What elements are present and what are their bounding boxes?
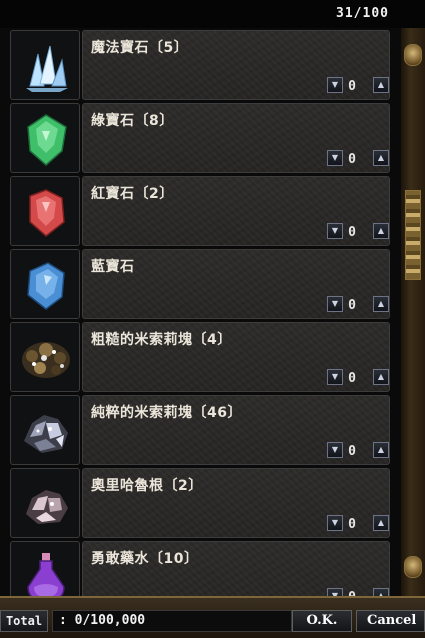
decrease-quantity-button[interactable]: ▼	[327, 369, 343, 385]
list-item: 純粹的米索莉塊〔46〕 ▼ 0 ▲	[10, 395, 392, 465]
item-panel: 藍寶石 ▼ 0 ▲	[82, 249, 390, 319]
ok-button[interactable]: O.K.	[292, 610, 352, 632]
increase-quantity-button[interactable]: ▲	[373, 588, 389, 596]
sapphire-icon	[27, 262, 65, 310]
increase-quantity-button[interactable]: ▲	[373, 150, 389, 166]
item-slot[interactable]	[10, 541, 80, 596]
item-panel: 奧里哈魯根〔2〕 ▼ 0 ▲	[82, 468, 390, 538]
item-name: 奧里哈魯根〔2〕	[91, 478, 203, 494]
item-quantity[interactable]: 0	[345, 225, 359, 240]
item-slot[interactable]	[10, 395, 80, 465]
list-item: 勇敢藥水〔10〕 ▼ 0 ▲	[10, 541, 392, 596]
total-label: Total	[0, 610, 48, 632]
rough-mithril-ore-icon	[22, 342, 70, 378]
item-slot[interactable]	[10, 322, 80, 392]
list-item: 魔法寶石〔5〕 ▼ 0 ▲	[10, 30, 392, 100]
decrease-quantity-button[interactable]: ▼	[327, 515, 343, 531]
item-name: 綠寶石〔8〕	[91, 113, 174, 129]
emerald-icon	[27, 114, 67, 166]
item-quantity[interactable]: 0	[345, 371, 359, 386]
cancel-button[interactable]: Cancel	[356, 610, 425, 632]
list-item: 綠寶石〔8〕 ▼ 0 ▲	[10, 103, 392, 173]
item-quantity[interactable]: 0	[345, 444, 359, 459]
oriharukon-ore-icon	[26, 490, 68, 524]
item-quantity[interactable]: 0	[345, 152, 359, 167]
decrease-quantity-button[interactable]: ▼	[327, 77, 343, 93]
increase-quantity-button[interactable]: ▲	[373, 77, 389, 93]
decrease-quantity-button[interactable]: ▼	[327, 588, 343, 596]
decrease-quantity-button[interactable]: ▼	[327, 442, 343, 458]
scroll-down-button[interactable]	[404, 556, 422, 578]
item-name: 純粹的米索莉塊〔46〕	[91, 405, 242, 421]
item-panel: 魔法寶石〔5〕 ▼ 0 ▲	[82, 30, 390, 100]
item-name: 藍寶石	[91, 259, 135, 275]
item-slot[interactable]	[10, 30, 80, 100]
scrollbar-thumb[interactable]	[405, 190, 421, 280]
magic-crystal-icon	[26, 45, 68, 92]
item-slot[interactable]	[10, 176, 80, 246]
scrollbar-track[interactable]	[401, 28, 425, 596]
item-panel: 勇敢藥水〔10〕 ▼ 0 ▲	[82, 541, 390, 596]
item-slot[interactable]	[10, 468, 80, 538]
window-header: 31/100	[0, 0, 425, 28]
increase-quantity-button[interactable]: ▲	[373, 296, 389, 312]
item-panel: 粗糙的米索莉塊〔4〕 ▼ 0 ▲	[82, 322, 390, 392]
footer-bar: Total : 0/100,000 O.K. Cancel	[0, 596, 425, 638]
item-panel: 純粹的米索莉塊〔46〕 ▼ 0 ▲	[82, 395, 390, 465]
item-quantity[interactable]: 0	[345, 517, 359, 532]
item-name: 紅寶石〔2〕	[91, 186, 174, 202]
scroll-up-button[interactable]	[404, 44, 422, 66]
pure-mithril-ore-icon	[24, 415, 68, 453]
increase-quantity-button[interactable]: ▲	[373, 223, 389, 239]
item-name: 粗糙的米索莉塊〔4〕	[91, 332, 232, 348]
potion-of-bravery-icon	[27, 553, 65, 596]
increase-quantity-button[interactable]: ▲	[373, 369, 389, 385]
inventory-capacity: 31/100	[336, 6, 389, 21]
decrease-quantity-button[interactable]: ▼	[327, 296, 343, 312]
item-slot[interactable]	[10, 103, 80, 173]
decrease-quantity-button[interactable]: ▼	[327, 223, 343, 239]
list-item: 藍寶石 ▼ 0 ▲	[10, 249, 392, 319]
item-name: 魔法寶石〔5〕	[91, 40, 189, 56]
item-name: 勇敢藥水〔10〕	[91, 551, 199, 567]
item-panel: 綠寶石〔8〕 ▼ 0 ▲	[82, 103, 390, 173]
total-value: : 0/100,000	[52, 610, 292, 632]
increase-quantity-button[interactable]: ▲	[373, 515, 389, 531]
item-quantity[interactable]: 0	[345, 79, 359, 94]
list-item: 奧里哈魯根〔2〕 ▼ 0 ▲	[10, 468, 392, 538]
decrease-quantity-button[interactable]: ▼	[327, 150, 343, 166]
ruby-icon	[29, 189, 65, 237]
item-quantity[interactable]: 0	[345, 298, 359, 313]
increase-quantity-button[interactable]: ▲	[373, 442, 389, 458]
list-item: 粗糙的米索莉塊〔4〕 ▼ 0 ▲	[10, 322, 392, 392]
item-list: 魔法寶石〔5〕 ▼ 0 ▲ 綠寶石〔8〕 ▼ 0 ▲ 紅寶石〔2〕 ▼ 0 ▲ …	[0, 28, 400, 596]
item-slot[interactable]	[10, 249, 80, 319]
list-item: 紅寶石〔2〕 ▼ 0 ▲	[10, 176, 392, 246]
item-panel: 紅寶石〔2〕 ▼ 0 ▲	[82, 176, 390, 246]
